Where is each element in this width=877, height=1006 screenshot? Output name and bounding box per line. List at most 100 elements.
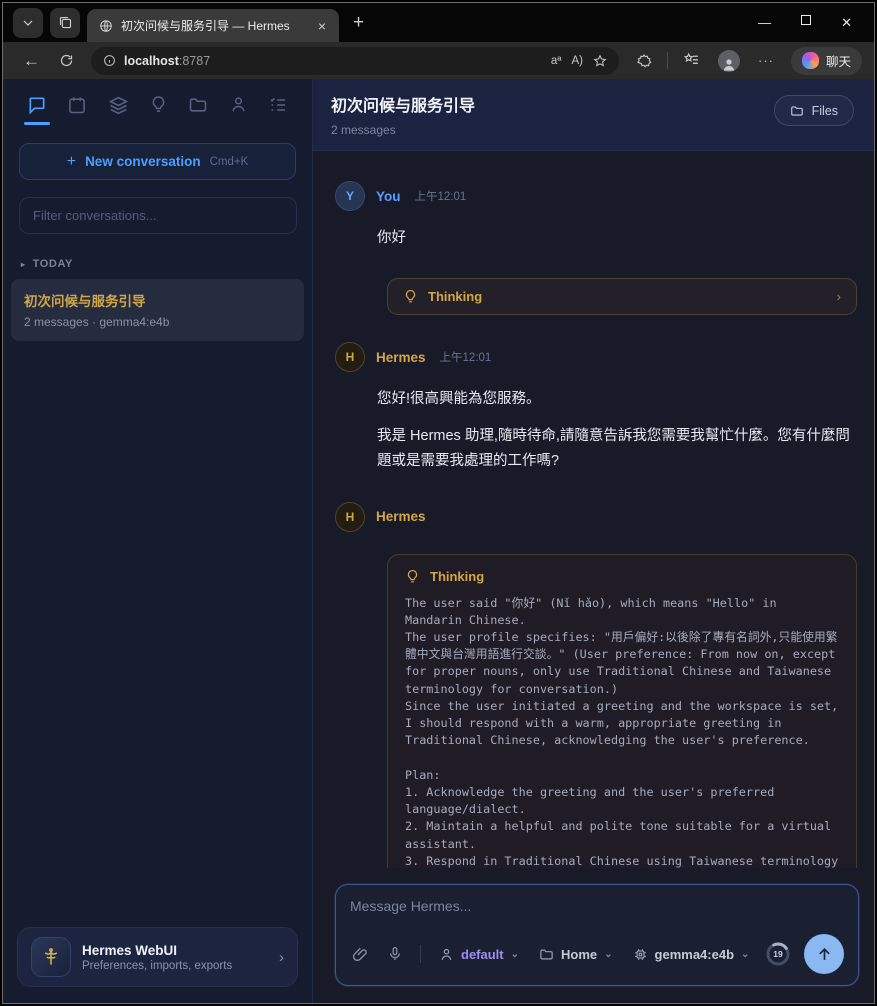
url-port: :8787 — [179, 54, 210, 68]
arrow-up-icon — [816, 946, 833, 963]
persona-picker[interactable]: default ⌄ — [429, 947, 529, 962]
conversation-title: 初次问候与服务引导 — [24, 290, 291, 310]
browser-window: 初次问候与服务引导 — Hermes × + — ✕ ← localhost:8… — [2, 2, 875, 1004]
thinking-expanded-panel[interactable]: Thinking The user said "你好" (Nǐ hǎo), wh… — [387, 554, 857, 869]
assistant-author: Hermes — [376, 509, 426, 524]
chevron-right-icon: › — [279, 949, 284, 966]
assistant-message-p1: 您好!很高興能為您服務。 — [377, 387, 859, 412]
section-collapse-icon: ▸ — [21, 260, 26, 269]
thinking-collapsed-panel[interactable]: Thinking › — [387, 278, 857, 315]
maximize-button[interactable] — [801, 15, 811, 25]
window-controls: — ✕ — [758, 15, 864, 31]
back-button[interactable]: ← — [15, 51, 48, 71]
model-picker[interactable]: gemma4:e4b ⌄ — [623, 947, 760, 962]
nav-personas-button[interactable] — [229, 95, 248, 125]
copilot-button[interactable]: 聊天 — [791, 47, 862, 75]
new-conversation-shortcut: Cmd+K — [210, 156, 249, 168]
settings-card-text: Hermes WebUI Preferences, imports, expor… — [82, 943, 268, 972]
user-message-text: 你好 — [377, 226, 859, 251]
files-button[interactable]: Files — [774, 95, 854, 126]
conversation-header-text: 初次问候与服务引导 2 messages — [331, 92, 475, 137]
info-icon[interactable] — [103, 54, 116, 67]
nav-ideas-button[interactable] — [149, 95, 168, 125]
refresh-button[interactable] — [52, 53, 81, 68]
tab-close-icon[interactable]: × — [315, 18, 329, 34]
conversation-list-item[interactable]: 初次问候与服务引导 2 messages · gemma4:e4b — [11, 279, 304, 341]
chat-transcript: Y You 上午12:01 你好 Thinking › H Hermes 上午1… — [313, 151, 874, 868]
user-author: You — [376, 189, 401, 204]
nav-chats-button[interactable] — [27, 95, 47, 125]
nav-files-button[interactable] — [188, 95, 208, 125]
sidebar-nav — [3, 79, 312, 133]
nav-stack-button[interactable] — [108, 95, 129, 125]
browser-essentials-button[interactable] — [629, 53, 659, 69]
files-button-label: Files — [812, 104, 838, 118]
toolbar-divider — [667, 52, 668, 69]
message-count: 2 messages — [331, 123, 475, 137]
url-text: localhost:8787 — [124, 54, 210, 68]
assistant-avatar: H — [335, 502, 365, 532]
lightbulb-icon — [403, 289, 418, 304]
attach-button[interactable] — [350, 946, 378, 963]
settings-menu-button[interactable]: ··· — [751, 53, 781, 68]
composer-zone: default ⌄ Home ⌄ gemma4:e4b ⌄ — [313, 868, 874, 1003]
read-aloud-icon[interactable]: A) — [571, 55, 583, 67]
workspace-value: Home — [561, 947, 597, 962]
persona-value: default — [461, 947, 504, 962]
refresh-icon — [59, 53, 74, 68]
filter-conversations-input[interactable] — [19, 197, 297, 234]
favorite-star-icon[interactable] — [593, 54, 607, 68]
caduceus-icon — [41, 947, 61, 967]
mic-button[interactable] — [378, 946, 412, 962]
profile-button[interactable] — [711, 50, 747, 72]
person-icon — [229, 95, 248, 114]
thinking-label: Thinking — [430, 569, 484, 584]
workspaces-button[interactable] — [50, 8, 80, 38]
composer-divider — [420, 945, 421, 963]
assistant-author: Hermes — [376, 350, 426, 365]
translate-icon[interactable]: aª — [551, 55, 562, 67]
context-usage-ring: 19 — [764, 940, 792, 968]
workspace-picker[interactable]: Home ⌄ — [529, 947, 623, 962]
new-conversation-button[interactable]: + New conversation Cmd+K — [19, 143, 296, 180]
assistant-message-header: H Hermes — [335, 502, 859, 532]
browser-tab[interactable]: 初次问候与服务引导 — Hermes × — [87, 9, 339, 42]
user-timestamp: 上午12:01 — [415, 188, 467, 204]
chevron-down-icon: ⌄ — [511, 949, 519, 960]
composer-toolbar: default ⌄ Home ⌄ gemma4:e4b ⌄ — [350, 934, 844, 974]
address-bar-actions: aª A) — [551, 54, 607, 68]
tasks-icon — [268, 95, 288, 115]
favorites-hub-button[interactable] — [676, 52, 707, 69]
new-tab-button[interactable]: + — [353, 12, 364, 34]
workspaces-icon — [58, 15, 73, 30]
thinking-panel-header: Thinking — [405, 569, 839, 584]
minimize-button[interactable]: — — [758, 15, 771, 31]
close-button[interactable]: ✕ — [841, 15, 852, 31]
send-button[interactable] — [804, 934, 844, 974]
message-input[interactable] — [350, 898, 844, 914]
nav-tasks-button[interactable] — [268, 95, 288, 125]
today-section-header[interactable]: ▸ TODAY — [21, 258, 294, 270]
folder-icon — [790, 104, 804, 118]
hermes-logo — [31, 937, 71, 977]
thinking-content: The user said "你好" (Nǐ hǎo), which means… — [405, 595, 839, 869]
tab-title: 初次问候与服务引导 — Hermes — [121, 17, 307, 34]
folder-icon — [539, 947, 554, 962]
chevron-down-icon: ⌄ — [741, 949, 749, 960]
microphone-icon — [387, 946, 403, 962]
sidebar: + New conversation Cmd+K ▸ TODAY 初次问候与服务… — [3, 79, 313, 1003]
chat-bubble-icon — [27, 95, 47, 115]
calendar-icon — [67, 95, 87, 115]
page-title: 初次问候与服务引导 — [331, 92, 475, 116]
chevron-down-icon — [22, 17, 34, 29]
favorites-hub-icon — [683, 52, 700, 69]
tab-search-button[interactable] — [13, 8, 43, 38]
nav-schedule-button[interactable] — [67, 95, 87, 125]
app-subtitle: Preferences, imports, exports — [82, 960, 268, 972]
model-value: gemma4:e4b — [655, 947, 734, 962]
address-bar[interactable]: localhost:8787 aª A) — [91, 47, 619, 75]
settings-card[interactable]: Hermes WebUI Preferences, imports, expor… — [17, 927, 298, 987]
context-usage-value: 19 — [764, 940, 792, 968]
app-name: Hermes WebUI — [82, 943, 268, 958]
assistant-message-header: H Hermes 上午12:01 — [335, 342, 859, 372]
